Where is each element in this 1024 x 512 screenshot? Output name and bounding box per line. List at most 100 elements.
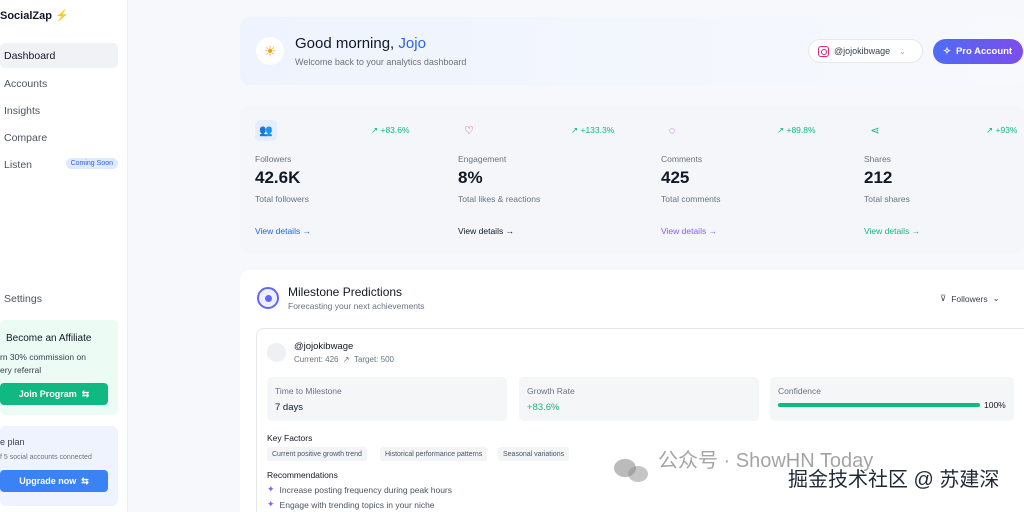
users-icon: 👥	[255, 120, 277, 141]
stat-subtitle: Total shares	[864, 194, 910, 204]
target-value: Target: 500	[353, 355, 394, 364]
sidebar-item-label: Compare	[4, 131, 48, 144]
user-name: Jojo	[398, 35, 426, 52]
confidence-value: 100%	[984, 400, 1006, 410]
instagram-icon	[818, 45, 829, 57]
view-details-label: View details	[661, 226, 707, 236]
recommendations-title: Recommendations	[267, 470, 338, 480]
sidebar-item-label: Dashboard	[4, 49, 56, 62]
metric-value: 7 days	[275, 402, 303, 413]
sidebar-item-compare[interactable]: Compare	[0, 125, 118, 150]
swap-icon: ⇆	[81, 475, 89, 486]
stat-card-comments: ◌ ↗ +89.8% Comments 425 Total comments V…	[646, 105, 836, 253]
wechat-icon	[614, 456, 650, 486]
pro-account-button[interactable]: ✧ Pro Account	[933, 39, 1023, 64]
coming-soon-badge: Coming Soon	[65, 158, 118, 169]
confidence-bar	[778, 403, 980, 407]
key-factor-chip: Historical performance patterns	[380, 447, 488, 461]
milestone-title: Milestone Predictions	[288, 285, 403, 299]
brand-name: SocialZap	[0, 9, 52, 22]
trend-value: +89.8%	[786, 125, 816, 135]
plan-card: e plan f 5 social accounts connected Upg…	[0, 426, 118, 506]
arrow-up-right-icon: ↗	[342, 355, 350, 364]
affiliate-title: Become an Affiliate	[6, 333, 92, 344]
recommendation-item: ✦ Increase posting frequency during peak…	[267, 484, 452, 495]
view-details-link[interactable]: View details →	[864, 226, 920, 236]
metric-label: Growth Rate	[527, 386, 575, 396]
stat-card-engagement: ♡ ↗ +133.3% Engagement 8% Total likes & …	[443, 105, 633, 253]
metric-value: +83.6%	[527, 402, 560, 413]
stat-subtitle: Total followers	[255, 194, 309, 204]
share-icon: ⋖	[870, 125, 880, 137]
view-details-link[interactable]: View details →	[458, 226, 514, 236]
sidebar-item-label: Settings	[4, 292, 42, 305]
sidebar-item-settings[interactable]: Settings	[0, 286, 118, 311]
current-value: Current: 426	[294, 355, 339, 364]
metric-label: Time to Milestone	[275, 386, 342, 396]
welcome-text: Welcome back to your analytics dashboard	[295, 57, 467, 67]
sidebar-item-label: Accounts	[4, 77, 48, 90]
plan-title: e plan	[0, 437, 25, 447]
sidebar-item-label: Insights	[4, 104, 41, 117]
stat-label: Followers	[255, 154, 292, 164]
sun-icon: ☀	[256, 37, 284, 65]
greeting: Good morning, Jojo	[295, 35, 426, 52]
sidebar-item-insights[interactable]: Insights	[0, 98, 118, 123]
trend-value: +133.3%	[580, 125, 615, 135]
stat-value: 42.6K	[255, 168, 301, 187]
trend-value: +93%	[995, 125, 1018, 135]
greeting-header: ☀ Good morning, Jojo Welcome back to you…	[240, 17, 1024, 85]
stat-value: 425	[661, 168, 690, 187]
recommendation-text: Engage with trending topics in your nich…	[279, 499, 435, 510]
trend-badge: ↗ +93%	[986, 125, 1018, 135]
key-factor-chip: Current positive growth trend	[267, 447, 367, 461]
time-to-milestone-box: Time to Milestone 7 days	[267, 377, 507, 421]
sidebar: SocialZap ⚡ Dashboard Accounts Insights …	[0, 0, 128, 512]
watermark-line: 掘金技术社区 @ 苏建深	[788, 469, 1000, 491]
stat-subtitle: Total likes & reactions	[458, 194, 541, 204]
sparkle-icon: ✦	[267, 499, 275, 509]
trend-badge: ↗ +83.6%	[371, 125, 410, 135]
app: SocialZap ⚡ Dashboard Accounts Insights …	[0, 0, 1024, 512]
metric-filter-dropdown[interactable]: ⊽ Followers ⌄	[940, 290, 1024, 307]
trend-value: +83.6%	[380, 125, 410, 135]
key-factors-title: Key Factors	[267, 433, 313, 443]
account-handle: @jojokibwage	[834, 46, 891, 56]
upgrade-label: Upgrade now	[19, 476, 77, 486]
sidebar-item-listen[interactable]: Listen Coming Soon	[0, 152, 118, 177]
milestone-progress-meta: Current: 426 ↗ Target: 500	[294, 355, 394, 364]
sidebar-item-label: Listen	[4, 158, 33, 171]
sidebar-item-dashboard[interactable]: Dashboard	[0, 43, 118, 68]
key-factor-chip: Seasonal variations	[498, 447, 570, 461]
stat-label: Shares	[864, 154, 891, 164]
account-selector[interactable]: @jojokibwage ⌄	[808, 39, 923, 63]
stat-card-followers: 👥 ↗ +83.6% Followers 42.6K Total followe…	[240, 105, 430, 253]
view-details-label: View details	[864, 226, 910, 236]
trend-badge: ↗ +89.8%	[777, 125, 816, 135]
confidence-box: Confidence 100%	[770, 377, 1014, 421]
view-details-link[interactable]: View details →	[661, 226, 717, 236]
sparkle-icon: ✧	[943, 46, 951, 57]
stat-card-shares: ⋖ ↗ +93% Shares 212 Total shares View de…	[849, 105, 1024, 253]
recommendation-item: ✦ Engage with trending topics in your ni…	[267, 499, 435, 510]
brand-logo[interactable]: SocialZap ⚡	[0, 9, 69, 23]
stat-label: Comments	[661, 154, 703, 164]
view-details-link[interactable]: View details →	[255, 226, 311, 236]
join-program-button[interactable]: Join Program ⇆	[0, 383, 108, 405]
filter-icon: ⊽	[940, 293, 947, 303]
bolt-icon: ⚡	[54, 10, 69, 22]
stat-value: 212	[864, 168, 893, 187]
join-program-label: Join Program	[18, 389, 77, 399]
target-icon	[257, 287, 279, 309]
affiliate-desc-line: rn 30% commission on	[0, 352, 86, 362]
heart-icon: ♡	[464, 125, 474, 137]
swap-icon: ⇆	[81, 388, 90, 399]
sidebar-item-accounts[interactable]: Accounts	[0, 71, 118, 96]
confidence-bar-fill	[778, 403, 980, 407]
chevron-down-icon: ⌄	[899, 46, 906, 56]
growth-rate-box: Growth Rate +83.6%	[519, 377, 759, 421]
stat-value: 8%	[458, 168, 483, 187]
watermark-text: 公众号 · ShowHN Today 掘金技术社区 @ 苏建深	[658, 450, 999, 492]
upgrade-button[interactable]: Upgrade now ⇆	[0, 470, 108, 492]
milestone-subtitle: Forecasting your next achievements	[288, 301, 425, 311]
